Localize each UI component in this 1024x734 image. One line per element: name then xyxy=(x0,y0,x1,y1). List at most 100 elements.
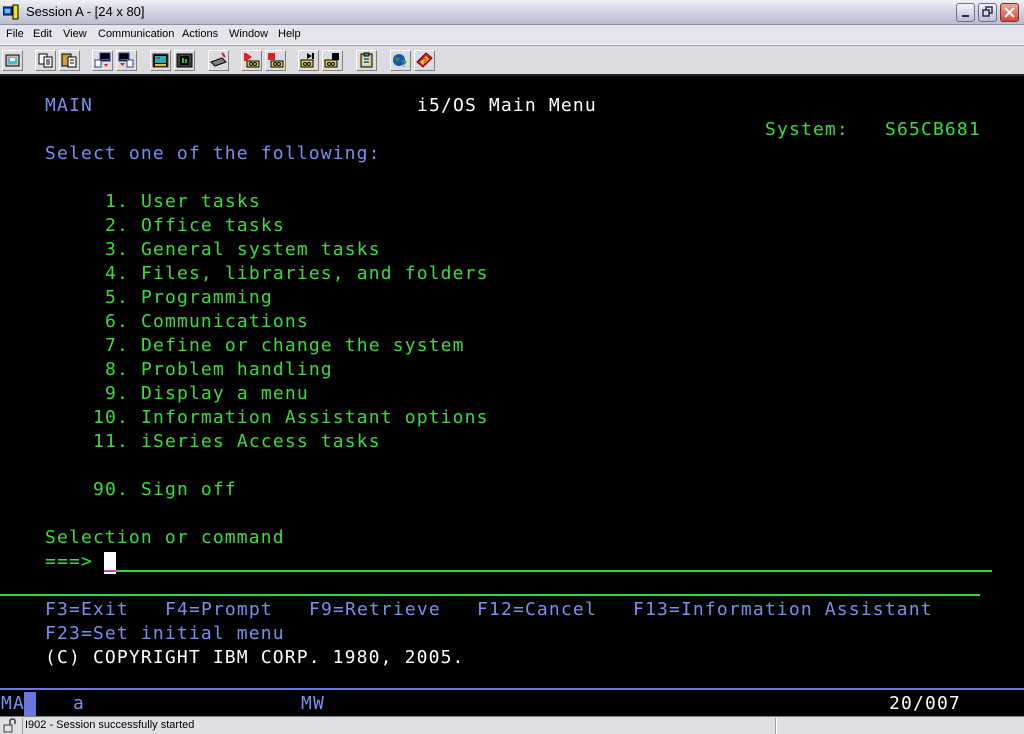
status-bar: I902 - Session successfully started xyxy=(0,716,1024,734)
menu-help[interactable]: Help xyxy=(278,28,301,40)
internet-help-button[interactable]: ? xyxy=(390,50,411,71)
color-map-button[interactable] xyxy=(174,50,195,71)
paste-icon xyxy=(61,53,77,68)
svg-text:?: ? xyxy=(401,59,407,69)
option-number: 10. xyxy=(93,407,129,428)
system-label: System: xyxy=(765,119,849,140)
fkey-f23[interactable]: F23=Set initial menu xyxy=(45,622,285,646)
status-message: I902 - Session successfully started xyxy=(25,719,195,731)
copyright-notice: (C) COPYRIGHT IBM CORP. 1980, 2005. xyxy=(45,647,465,668)
menu-view[interactable]: View xyxy=(63,28,87,40)
record-macro-button[interactable] xyxy=(241,50,262,71)
menu-file[interactable]: File xyxy=(6,28,24,40)
option-number: 2. xyxy=(93,215,129,236)
stop-playing-macro-button[interactable] xyxy=(322,50,343,71)
option-number: 5. xyxy=(93,287,129,308)
restore-icon xyxy=(982,6,993,17)
title-bar: Session A - [24 x 80] xyxy=(0,0,1024,25)
option-label: Files, libraries, and folders xyxy=(141,263,489,284)
command-arrow: ===> xyxy=(45,551,93,572)
help-button[interactable]: ? xyxy=(414,50,435,71)
oia-input-indicator: a xyxy=(73,693,85,714)
option-label: iSeries Access tasks xyxy=(141,431,381,452)
select-prompt: Select one of the following: xyxy=(45,143,381,164)
close-icon xyxy=(1004,7,1015,18)
stop-macro-icon xyxy=(268,53,284,68)
oia-cursor-position: 20/007 xyxy=(889,693,961,714)
restore-button[interactable] xyxy=(978,3,997,22)
display-setup-button[interactable] xyxy=(150,50,171,71)
option-label: Information Assistant options xyxy=(141,407,489,428)
display-setup-icon xyxy=(152,53,169,68)
option-number: 11. xyxy=(93,431,129,452)
print-screen-icon xyxy=(5,54,20,67)
option-label: Communications xyxy=(141,311,309,332)
unlocked-icon xyxy=(3,718,16,733)
menu-communication[interactable]: Communication xyxy=(98,28,174,40)
copy-button[interactable] xyxy=(35,50,56,71)
play-macro-button[interactable] xyxy=(298,50,319,71)
menu-id: MAIN xyxy=(45,95,93,116)
option-label: User tasks xyxy=(141,191,261,212)
app-icon xyxy=(3,4,19,20)
minimize-button[interactable] xyxy=(956,3,975,22)
separator-line xyxy=(0,594,980,596)
terminal-screen[interactable]: MAIN i5/OS Main Menu System: S65CB681 Se… xyxy=(0,74,1024,690)
clipboard-icon xyxy=(360,52,373,68)
internet-help-icon: ? xyxy=(393,54,407,69)
option-label: Display a menu xyxy=(141,383,309,404)
option-label: Programming xyxy=(141,287,273,308)
help-icon: ? xyxy=(416,52,433,68)
record-macro-icon xyxy=(244,53,260,68)
command-input-underline xyxy=(116,570,992,572)
receive-file-button[interactable] xyxy=(116,50,137,71)
stop-playing-macro-icon xyxy=(324,53,339,68)
menu-bar: File Edit View Communication Actions Win… xyxy=(0,25,1024,45)
screen-title: i5/OS Main Menu xyxy=(417,95,597,116)
cursor-underline xyxy=(104,570,116,572)
print-screen-button[interactable] xyxy=(2,50,23,71)
option-number: 8. xyxy=(93,359,129,380)
status-separator xyxy=(775,718,777,734)
clipboard-button[interactable] xyxy=(356,50,377,71)
send-file-to-host-icon xyxy=(94,52,111,68)
oia-highlight xyxy=(24,692,36,716)
option-label: Problem handling xyxy=(141,359,333,380)
toolbar: ? ? xyxy=(0,45,1024,74)
fkey-f4[interactable]: F4=Prompt xyxy=(165,598,273,622)
keyboard-map-button[interactable] xyxy=(208,50,229,71)
fkey-f12[interactable]: F12=Cancel xyxy=(477,598,597,622)
option-number: 9. xyxy=(93,383,129,404)
system-name: S65CB681 xyxy=(885,119,981,140)
close-button[interactable] xyxy=(1000,3,1019,22)
option-number: 90. xyxy=(93,479,129,500)
menu-actions[interactable]: Actions xyxy=(182,28,218,40)
oia-mode: MA xyxy=(1,693,25,714)
command-label: Selection or command xyxy=(45,527,285,548)
copy-icon xyxy=(38,53,53,68)
option-number: 1. xyxy=(93,191,129,212)
play-macro-icon xyxy=(300,53,314,68)
menu-window[interactable]: Window xyxy=(229,28,268,40)
menu-edit[interactable]: Edit xyxy=(33,28,52,40)
option-label: Define or change the system xyxy=(141,335,465,356)
keyboard-map-icon xyxy=(210,52,227,67)
receive-file-from-host-icon xyxy=(118,52,134,68)
color-map-icon xyxy=(176,53,193,68)
operator-info-area: MA a MW 20/007 xyxy=(0,688,1024,716)
option-label: Office tasks xyxy=(141,215,285,236)
option-label: Sign off xyxy=(141,479,237,500)
fkey-f3[interactable]: F3=Exit xyxy=(45,598,129,622)
send-file-button[interactable] xyxy=(92,50,113,71)
option-label: General system tasks xyxy=(141,239,381,260)
status-separator xyxy=(22,718,23,734)
fkey-f9[interactable]: F9=Retrieve xyxy=(309,598,441,622)
paste-button[interactable] xyxy=(59,50,80,71)
stop-macro-button[interactable] xyxy=(265,50,286,71)
option-number: 6. xyxy=(93,311,129,332)
minimize-icon xyxy=(962,15,969,17)
option-number: 7. xyxy=(93,335,129,356)
window-title: Session A - [24 x 80] xyxy=(26,4,145,19)
option-number: 3. xyxy=(93,239,129,260)
fkey-f13[interactable]: F13=Information Assistant xyxy=(633,598,933,622)
